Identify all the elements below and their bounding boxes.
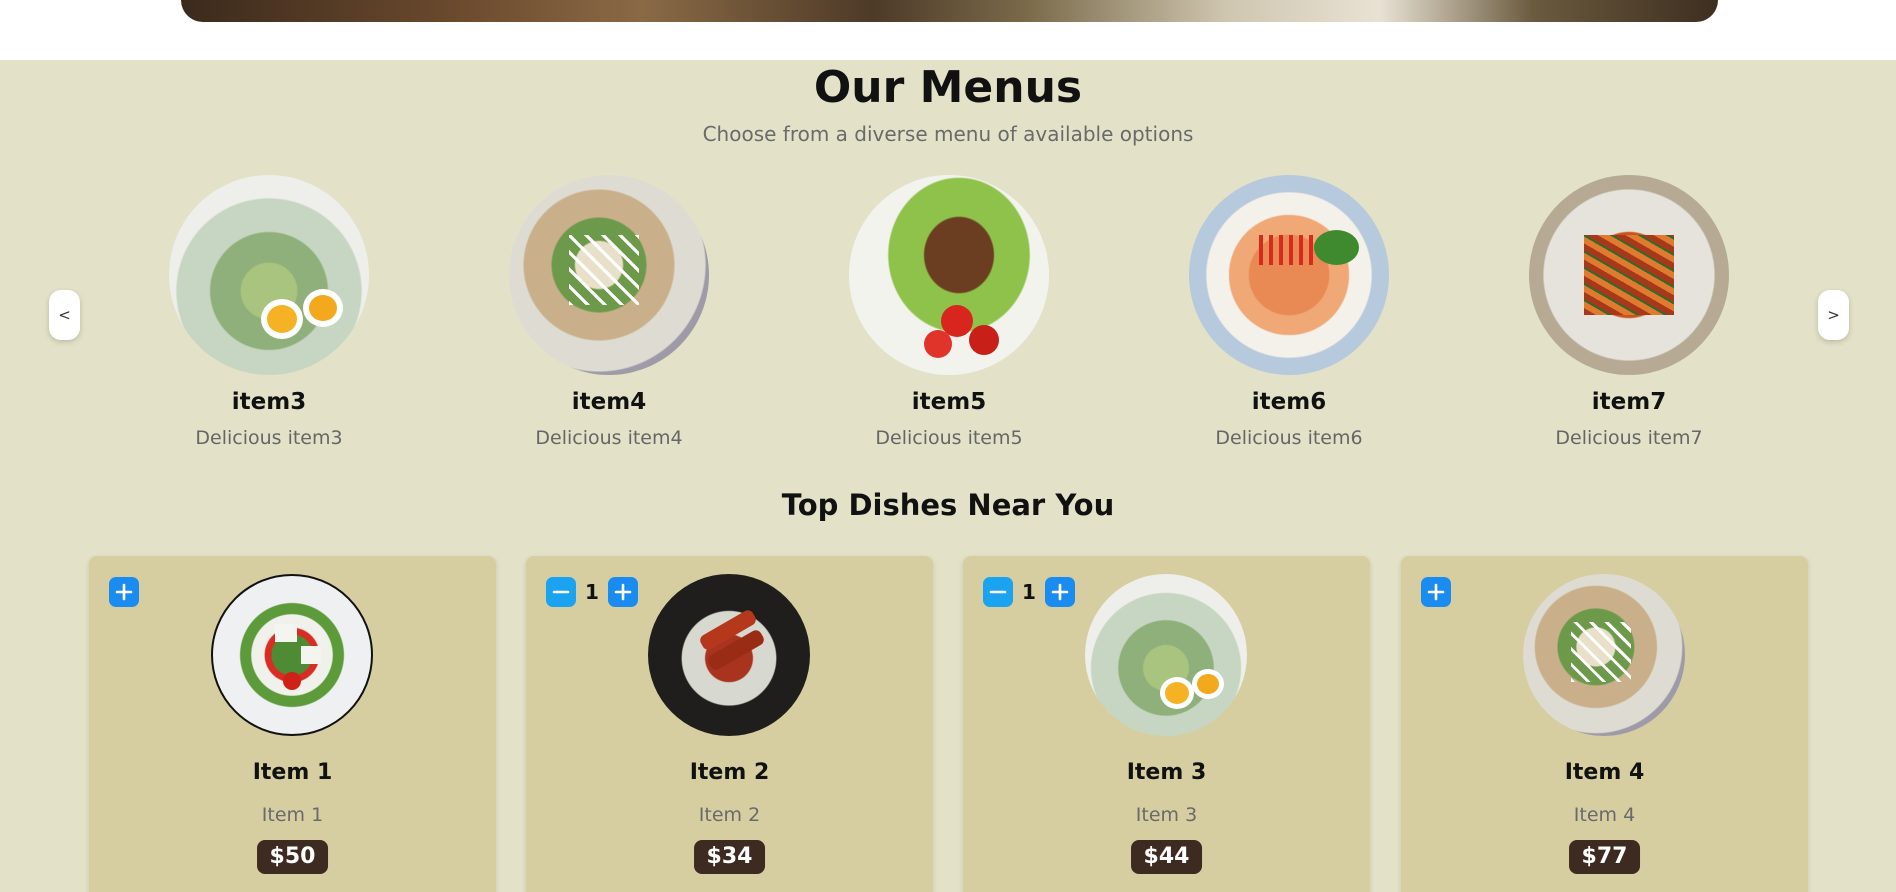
quantity-control [1421,577,1451,607]
quantity-control [109,577,139,607]
menu-item-name: item7 [1591,389,1667,415]
dish-image [211,574,373,736]
dish-image [1523,574,1685,736]
menu-item-item7[interactable]: item7 Delicious item7 [1509,175,1749,449]
price-badge: $44 [1130,840,1203,874]
menu-item-image [1189,175,1389,375]
menu-item-name: item6 [1251,389,1327,415]
plus-icon [614,583,632,601]
dish-card-item-4[interactable]: Item 4 Item 4 $77 [1401,556,1808,892]
dish-name: Item 3 [1126,760,1207,785]
menu-item-item3[interactable]: item3 Delicious item3 [149,175,389,449]
quantity-value: 1 [585,580,599,604]
menu-item-image [169,175,369,375]
quantity-control: 1 [983,577,1075,607]
carousel-prev-button[interactable]: < [49,290,80,340]
dish-description: Item 3 [1135,804,1198,826]
add-to-cart-button[interactable] [109,577,139,607]
menus-subtitle: Choose from a diverse menu of available … [702,122,1194,146]
plus-icon [1051,583,1069,601]
plus-icon [115,583,133,601]
dish-description: Item 1 [261,804,324,826]
menu-item-item6[interactable]: item6 Delicious item6 [1169,175,1409,449]
dish-description: Item 2 [698,804,761,826]
menu-item-description: Delicious item4 [535,427,683,449]
add-to-cart-button[interactable] [1421,577,1451,607]
dish-description: Item 4 [1573,804,1636,826]
menu-item-image [509,175,709,375]
dish-image [1085,574,1247,736]
menu-item-image [1529,175,1729,375]
menu-item-description: Delicious item6 [1215,427,1363,449]
dish-name: Item 1 [252,760,333,785]
menu-item-image [849,175,1049,375]
minus-icon [989,590,1007,594]
increase-quantity-button[interactable] [1045,577,1075,607]
dish-name: Item 4 [1564,760,1645,785]
plus-icon [1427,583,1445,601]
dish-card-item-2[interactable]: 1 Item 2 Item 2 $34 [526,556,933,892]
menu-item-item5[interactable]: item5 Delicious item5 [829,175,1069,449]
carousel-next-button[interactable]: > [1818,290,1849,340]
menu-item-name: item5 [911,389,987,415]
top-dishes-title: Top Dishes Near You [781,488,1115,522]
menu-item-item4[interactable]: item4 Delicious item4 [489,175,729,449]
dish-name: Item 2 [689,760,770,785]
menus-title: Our Menus [813,62,1083,113]
quantity-value: 1 [1022,580,1036,604]
price-badge: $77 [1568,840,1641,874]
decrease-quantity-button[interactable] [983,577,1013,607]
menu-item-description: Delicious item7 [1555,427,1703,449]
menu-item-description: Delicious item5 [875,427,1023,449]
hero-banner-image [181,0,1718,22]
menu-item-name: item4 [571,389,647,415]
minus-icon [552,590,570,594]
price-badge: $50 [256,840,329,874]
quantity-control: 1 [546,577,638,607]
menu-item-name: item3 [231,389,307,415]
dish-card-item-3[interactable]: 1 Item 3 Item 3 $44 [963,556,1370,892]
decrease-quantity-button[interactable] [546,577,576,607]
dish-image [648,574,810,736]
menu-item-description: Delicious item3 [195,427,343,449]
increase-quantity-button[interactable] [608,577,638,607]
dish-card-item-1[interactable]: Item 1 Item 1 $50 [89,556,496,892]
price-badge: $34 [693,840,766,874]
